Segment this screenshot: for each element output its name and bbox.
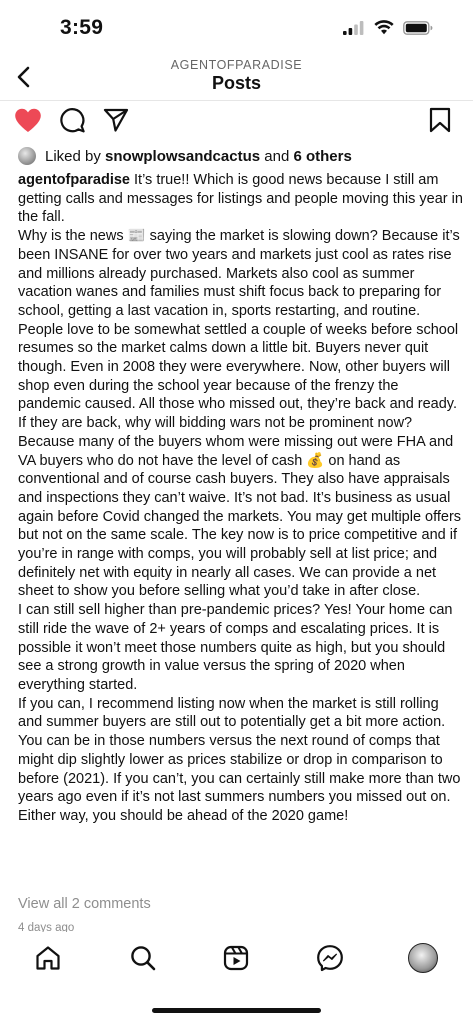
reels-icon: [223, 945, 249, 971]
liker-username[interactable]: snowplowsandcactus: [105, 148, 260, 165]
heart-icon: [15, 108, 41, 132]
caption-username[interactable]: agentofparadise: [18, 172, 130, 188]
likes-others[interactable]: 6 others: [293, 148, 351, 165]
tab-search[interactable]: [127, 942, 159, 974]
tab-home[interactable]: [32, 942, 64, 974]
tab-reels[interactable]: [220, 942, 252, 974]
messenger-icon: [317, 945, 343, 972]
send-icon: [103, 108, 129, 132]
header-divider: [0, 100, 473, 101]
likes-connector: and: [264, 147, 290, 165]
liker-avatar: [18, 147, 36, 165]
caption-paragraph: Why is the news 📰 saying the market is s…: [18, 228, 460, 413]
caption-paragraph: If they are back, why will bidding wars …: [18, 415, 462, 600]
like-button[interactable]: [12, 104, 44, 136]
page-title: Posts: [211, 73, 262, 93]
tab-messenger[interactable]: [314, 942, 346, 974]
tab-profile[interactable]: [407, 942, 439, 974]
caption-paragraph: If you can, I recommend listing now when…: [18, 695, 461, 824]
comment-button[interactable]: [56, 104, 88, 136]
bookmark-icon: [429, 107, 451, 133]
cellular-signal-icon: [343, 20, 364, 35]
home-indicator: [152, 1008, 321, 1013]
nav-header: AGENTOFPARADISE Posts: [0, 52, 473, 100]
post-caption: agentofparadise It’s true!! Which is goo…: [18, 171, 464, 826]
post-timestamp: 4 days ago: [18, 922, 75, 932]
share-button[interactable]: [100, 104, 132, 136]
caption-paragraph: agentofparadise It’s true!! Which is goo…: [18, 171, 464, 227]
battery-icon: [403, 20, 433, 35]
likes-summary[interactable]: Liked by snowplowsandcactus and 6 others: [18, 146, 461, 166]
home-icon: [36, 946, 60, 970]
save-button[interactable]: [424, 104, 456, 136]
profile-avatar: [408, 943, 438, 973]
status-icons: [343, 20, 433, 35]
post-actions: [0, 102, 473, 138]
search-icon: [131, 946, 156, 971]
status-time: 3:59: [60, 16, 104, 39]
likes-prefix: Liked by: [45, 147, 101, 165]
comment-icon: [60, 108, 85, 133]
wifi-icon: [374, 20, 394, 35]
account-name: AGENTOFPARADISE: [170, 58, 303, 72]
status-bar: 3:59: [0, 0, 473, 52]
caption-paragraph: I can still sell higher than pre-pandemi…: [18, 602, 453, 693]
view-all-comments-link[interactable]: View all 2 comments: [18, 896, 151, 912]
bottom-tab-bar: [0, 932, 473, 1023]
